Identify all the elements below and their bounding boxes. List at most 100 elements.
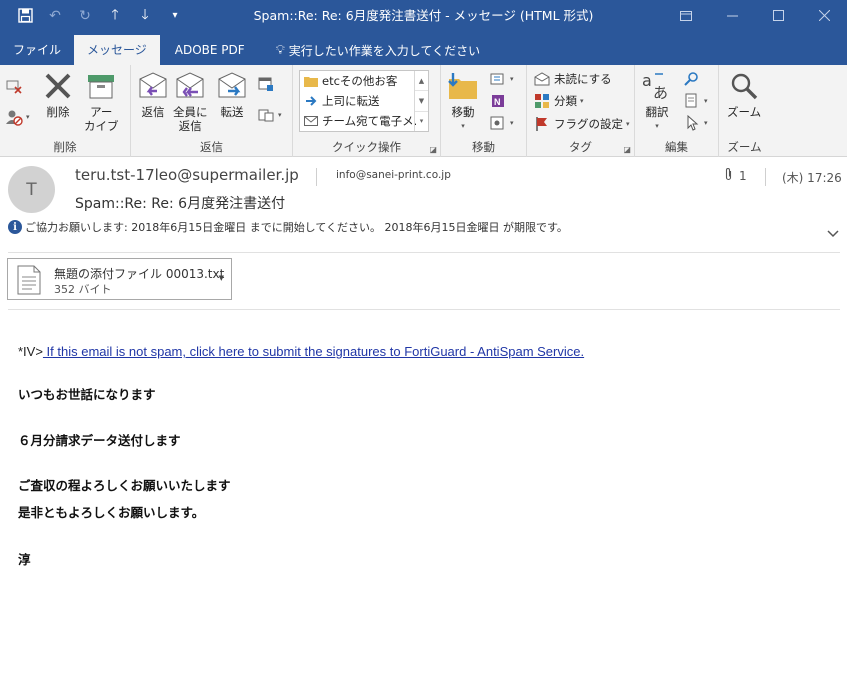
archive-label-2: カイブ bbox=[84, 119, 119, 133]
find-button[interactable] bbox=[683, 69, 704, 89]
zoom-button[interactable]: ズーム bbox=[727, 69, 761, 119]
quick-step-item[interactable]: etcその他お客 bbox=[300, 71, 416, 91]
move-folder-icon bbox=[447, 69, 479, 103]
follow-up-button[interactable]: フラグの設定 ▾ bbox=[533, 114, 630, 134]
next-item-icon[interactable]: 🡓 bbox=[130, 0, 160, 31]
delete-icon bbox=[42, 69, 74, 103]
tags-group: 未読にする 分類 ▾ フラグの設定 ▾ タグ ◪ bbox=[527, 65, 635, 157]
info-bar: i ご協力お願いします: 2018年6月15日金曜日 までに開始してください。 … bbox=[8, 219, 568, 235]
attachment-count: 1 bbox=[739, 168, 747, 183]
quick-steps-group-label: クイック操作 bbox=[332, 140, 401, 154]
attachment-indicator: 1 bbox=[724, 167, 747, 184]
spam-prefix: *IV> bbox=[18, 344, 43, 359]
ribbon-display-options-icon[interactable] bbox=[663, 0, 709, 31]
reply-icon bbox=[137, 69, 169, 103]
recipient[interactable]: info@sanei-print.co.jp bbox=[336, 169, 451, 181]
message-body: *IV> If this email is not spam, click he… bbox=[18, 340, 818, 364]
tell-me-text: 実行したい作業を入力してください bbox=[288, 43, 481, 58]
related-icon bbox=[683, 92, 701, 110]
translate-button[interactable]: aあ 翻訳 ▾ bbox=[641, 69, 673, 133]
message-subject: Spam::Re: Re: 6月度発注書送付 bbox=[75, 196, 286, 212]
select-button[interactable]: ▾ bbox=[683, 113, 708, 133]
info-icon: i bbox=[8, 220, 22, 234]
ignore-button[interactable] bbox=[5, 76, 26, 96]
archive-label-1: アー bbox=[90, 105, 113, 119]
categorize-button[interactable]: 分類 ▾ bbox=[533, 91, 584, 111]
spam-report-link[interactable]: If this email is not spam, click here to… bbox=[43, 344, 585, 359]
archive-icon bbox=[85, 69, 117, 103]
tab-file[interactable]: ファイル bbox=[0, 35, 74, 65]
forward-arrow-icon bbox=[304, 95, 318, 107]
actions-button[interactable]: ▾ bbox=[489, 113, 514, 133]
junk-button[interactable]: ▾ bbox=[5, 107, 30, 127]
divider bbox=[765, 168, 766, 186]
minimize-icon[interactable] bbox=[709, 0, 755, 31]
ribbon-tabs: ファイル メッセージ ADOBE PDF 💡︎ 実行したい作業を入力してください bbox=[0, 31, 847, 65]
customize-qat-icon[interactable]: ▾ bbox=[160, 0, 190, 31]
zoom-group-label: ズーム bbox=[727, 140, 762, 154]
body-line: 淳 bbox=[18, 552, 31, 567]
info-text: ご協力お願いします: 2018年6月15日金曜日 までに開始してください。 20… bbox=[25, 221, 568, 234]
edit-group-label: 編集 bbox=[665, 140, 688, 154]
divider bbox=[316, 168, 317, 186]
message-header: T teru.tst-17leo@supermailer.jp info@san… bbox=[0, 157, 847, 253]
reply-all-label-2: 返信 bbox=[178, 119, 202, 133]
expand-header-icon[interactable] bbox=[827, 227, 839, 241]
forward-button[interactable]: 転送 bbox=[216, 69, 248, 119]
move-button[interactable]: 移動 ▾ bbox=[447, 69, 479, 133]
tab-adobe-pdf[interactable]: ADOBE PDF bbox=[160, 35, 260, 65]
sender[interactable]: teru.tst-17leo@supermailer.jp bbox=[75, 166, 299, 184]
related-button[interactable]: ▾ bbox=[683, 91, 708, 111]
rules-icon bbox=[489, 70, 507, 88]
tell-me-box[interactable]: 💡︎ 実行したい作業を入力してください bbox=[260, 35, 480, 65]
reply-button[interactable]: 返信 bbox=[137, 69, 169, 119]
save-icon[interactable] bbox=[10, 0, 40, 31]
rules-button[interactable]: ▾ bbox=[489, 69, 514, 89]
quick-steps-scroll[interactable]: ▲ ▼ ▾ bbox=[414, 71, 428, 131]
more-respond-button[interactable]: ▾ bbox=[257, 105, 282, 125]
quick-access-toolbar: ↶ ↻ 🡑 🡓 ▾ bbox=[0, 0, 190, 31]
onenote-icon: N bbox=[489, 92, 507, 110]
cursor-icon bbox=[683, 114, 701, 132]
more-icon[interactable]: ▾ bbox=[415, 112, 428, 131]
scroll-down-icon[interactable]: ▼ bbox=[415, 91, 428, 112]
redo-icon[interactable]: ↻ bbox=[70, 0, 100, 31]
previous-item-icon[interactable]: 🡑 bbox=[100, 0, 130, 31]
junk-icon bbox=[5, 108, 23, 126]
close-icon[interactable] bbox=[801, 0, 847, 31]
quick-steps-group: etcその他お客 上司に転送 チーム宛て電子メ… ▲ ▼ ▾ クイック操作 ◪ bbox=[293, 65, 441, 157]
edit-group: aあ 翻訳 ▾ ▾ ▾ 編集 bbox=[635, 65, 719, 157]
mark-unread-button[interactable]: 未読にする bbox=[533, 69, 612, 89]
text-file-icon bbox=[17, 265, 41, 298]
dialog-launcher-icon[interactable]: ◪ bbox=[429, 145, 437, 154]
quick-step-item[interactable]: チーム宛て電子メ… bbox=[300, 111, 416, 131]
avatar[interactable]: T bbox=[8, 166, 55, 213]
attachment-size: 352 バイト bbox=[54, 283, 112, 296]
follow-up-label: フラグの設定 bbox=[554, 117, 623, 131]
zoom-icon bbox=[728, 69, 760, 103]
attachment-name: 無題の添付ファイル 00013.txt bbox=[54, 267, 225, 281]
reply-all-button[interactable]: 全員に 返信 bbox=[173, 69, 208, 133]
quick-steps-gallery: etcその他お客 上司に転送 チーム宛て電子メ… ▲ ▼ ▾ bbox=[299, 70, 429, 132]
delete-button[interactable]: 削除 bbox=[42, 69, 74, 119]
reply-group-label: 返信 bbox=[200, 140, 223, 154]
lightbulb-icon: 💡︎ bbox=[275, 42, 285, 58]
quick-step-item[interactable]: 上司に転送 bbox=[300, 91, 416, 111]
attachment-card[interactable]: 無題の添付ファイル 00013.txt 352 バイト ▼ bbox=[7, 258, 232, 300]
svg-text:N: N bbox=[494, 97, 501, 107]
reply-group: 返信 全員に 返信 転送 ▾ 返信 bbox=[131, 65, 293, 157]
zoom-group: ズーム ズーム bbox=[719, 65, 770, 157]
undo-icon[interactable]: ↶ bbox=[40, 0, 70, 31]
onenote-button[interactable]: N bbox=[489, 91, 510, 111]
dialog-launcher-icon[interactable]: ◪ bbox=[623, 145, 631, 154]
message-date: (木) 17:26 bbox=[782, 171, 842, 185]
maximize-icon[interactable] bbox=[755, 0, 801, 31]
body-line: いつもお世話になります bbox=[18, 387, 156, 402]
tab-message[interactable]: メッセージ bbox=[74, 35, 160, 65]
paperclip-icon bbox=[724, 167, 733, 184]
attachment-menu-icon[interactable]: ▼ bbox=[219, 274, 224, 282]
meeting-button[interactable] bbox=[257, 74, 278, 94]
archive-button[interactable]: アー カイブ bbox=[84, 69, 119, 133]
team-email-icon bbox=[304, 115, 318, 127]
scroll-up-icon[interactable]: ▲ bbox=[415, 71, 428, 92]
